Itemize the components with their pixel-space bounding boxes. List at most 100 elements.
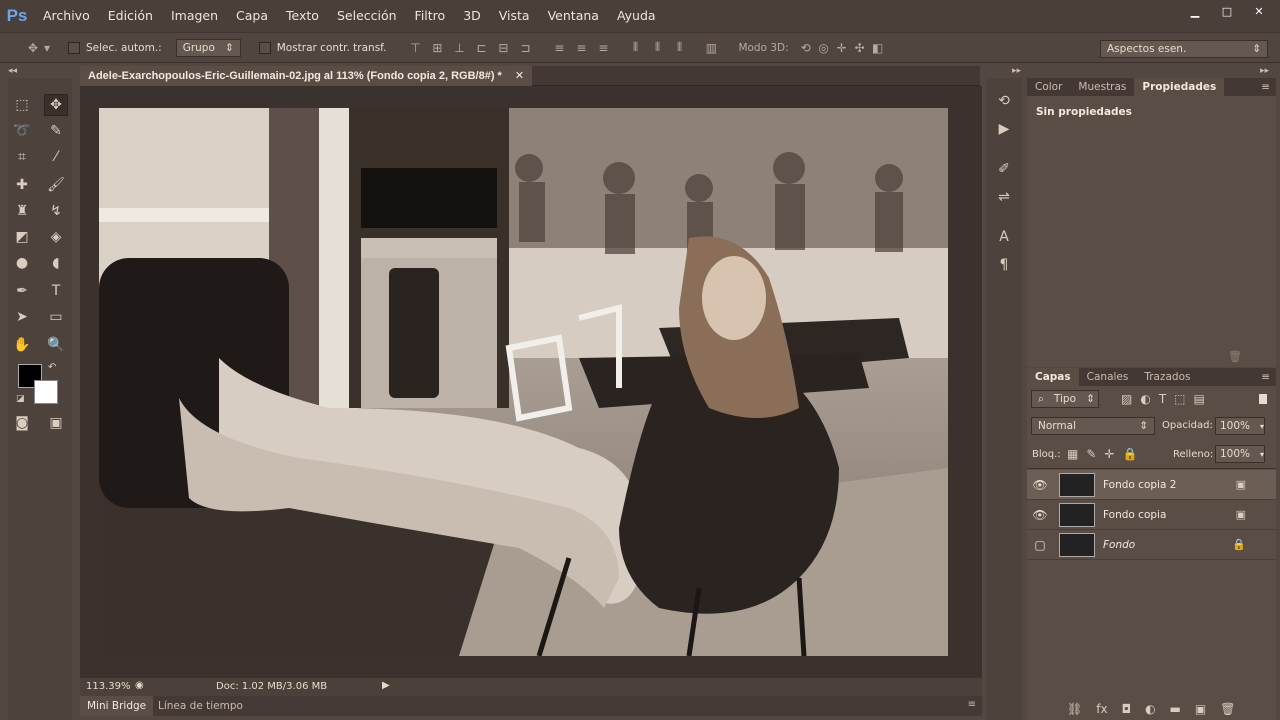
show-transform-checkbox[interactable]: Mostrar contr. transf. [258, 41, 386, 54]
filter-adjustment-icon[interactable]: ◐ [1140, 392, 1150, 406]
collapse-panels-icon[interactable]: ▸▸ [1260, 66, 1269, 76]
panel-menu-icon[interactable]: ≡ [1261, 368, 1276, 386]
filter-shape-icon[interactable]: ⬚ [1174, 392, 1185, 406]
roll-3d-icon[interactable]: ◎ [815, 41, 833, 55]
healing-brush-tool-icon[interactable]: ✚ [10, 174, 34, 196]
hand-tool-icon[interactable]: ✋ [10, 334, 34, 356]
default-colors-icon[interactable]: ◪ [16, 394, 25, 404]
history-panel-icon[interactable]: ⟲ [992, 90, 1016, 112]
rotate-3d-icon[interactable]: ⟲ [797, 41, 815, 55]
align-vcenter-icon[interactable]: ⊞ [428, 41, 446, 55]
tab-properties[interactable]: Propiedades [1134, 78, 1225, 96]
character-panel-icon[interactable]: A [992, 226, 1016, 248]
lasso-tool-icon[interactable]: ➰ [10, 120, 34, 142]
tab-paths[interactable]: Trazados [1136, 368, 1198, 386]
dodge-tool-icon[interactable]: ◖ [44, 252, 68, 274]
menu-archivo[interactable]: Archivo [34, 0, 99, 32]
menu-texto[interactable]: Texto [277, 0, 328, 32]
path-select-tool-icon[interactable]: ➤ [10, 306, 34, 328]
adjustments-panel-icon[interactable]: ⇌ [992, 186, 1016, 208]
layer-name[interactable]: Fondo copia [1103, 509, 1166, 521]
menu-ayuda[interactable]: Ayuda [608, 0, 665, 32]
panel-menu-icon[interactable]: ≡ [1261, 78, 1276, 96]
layer-row[interactable]: 👁 Fondo copia ▣ [1027, 500, 1276, 530]
filter-toggle[interactable] [1259, 394, 1267, 404]
menu-capa[interactable]: Capa [227, 0, 277, 32]
tab-layers[interactable]: Capas [1027, 368, 1079, 386]
delete-icon[interactable]: 🗑 [1228, 350, 1242, 363]
auto-select-checkbox[interactable]: Selec. autom.: [68, 41, 162, 54]
link-layers-icon[interactable]: ⛓ [1067, 702, 1082, 716]
menu-3d[interactable]: 3D [454, 0, 490, 32]
pen-tool-icon[interactable]: ✒ [10, 280, 34, 302]
status-menu-icon[interactable]: ◉ [135, 680, 144, 691]
type-tool-icon[interactable]: T [44, 280, 68, 302]
align-top-icon[interactable]: ⊤ [406, 41, 424, 55]
tab-channels[interactable]: Canales [1079, 368, 1137, 386]
zoom-level[interactable]: 113.39% [86, 681, 131, 692]
auto-align-icon[interactable]: ▥ [702, 41, 720, 55]
align-right-icon[interactable]: ⊐ [516, 41, 534, 55]
menu-vista[interactable]: Vista [490, 0, 539, 32]
layer-filter-dropdown[interactable]: ⌕ Tipo ⇕ [1031, 390, 1099, 408]
align-hcenter-icon[interactable]: ⊟ [494, 41, 512, 55]
filter-pixel-icon[interactable]: ▨ [1121, 392, 1132, 406]
paragraph-panel-icon[interactable]: ¶ [992, 254, 1016, 276]
close-tab-icon[interactable]: ✕ [515, 70, 524, 82]
distribute-top-icon[interactable]: ≡ [550, 41, 568, 55]
menu-seleccion[interactable]: Selección [328, 0, 406, 32]
brush-tool-icon[interactable]: 🖌 [44, 174, 68, 196]
layer-name[interactable]: Fondo copia 2 [1103, 479, 1176, 491]
menu-ventana[interactable]: Ventana [539, 0, 608, 32]
tab-color[interactable]: Color [1027, 78, 1070, 96]
rectangle-tool-icon[interactable]: ▭ [44, 306, 68, 328]
actions-panel-icon[interactable]: ▶ [992, 118, 1016, 140]
menu-filtro[interactable]: Filtro [406, 0, 455, 32]
document-tab[interactable]: Adele-Exarchopoulos-Eric-Guillemain-02.j… [80, 66, 533, 86]
layer-name[interactable]: Fondo [1103, 539, 1135, 551]
tab-swatches[interactable]: Muestras [1070, 78, 1134, 96]
close-button[interactable]: ✕ [1246, 2, 1272, 20]
eyedropper-tool-icon[interactable]: ⁄ [44, 146, 68, 168]
distribute-vcenter-icon[interactable]: ≡ [572, 41, 590, 55]
show-transform-check[interactable] [258, 41, 271, 54]
layer-row[interactable]: ▢ Fondo 🔒 [1027, 530, 1276, 560]
maximize-button[interactable]: □ [1214, 2, 1240, 20]
distribute-left-icon[interactable]: ⦀ [626, 40, 644, 55]
document-image[interactable] [99, 108, 948, 656]
fx-icon[interactable]: fx [1096, 702, 1107, 716]
crop-tool-icon[interactable]: ⌗ [10, 146, 34, 168]
auto-select-check[interactable] [68, 41, 80, 54]
eraser-tool-icon[interactable]: ◩ [10, 226, 34, 248]
zoom-tool-icon[interactable]: 🔍 [44, 334, 68, 356]
align-left-icon[interactable]: ⊏ [472, 41, 490, 55]
lock-position-icon[interactable]: ✛ [1104, 447, 1114, 461]
screen-mode-icon[interactable]: ▣ [44, 412, 68, 434]
clone-stamp-tool-icon[interactable]: ♜ [10, 200, 34, 222]
scale-3d-icon[interactable]: ◧ [869, 41, 887, 55]
distribute-bottom-icon[interactable]: ≡ [594, 41, 612, 55]
swap-colors-icon[interactable]: ↶ [48, 362, 56, 373]
distribute-hcenter-icon[interactable]: ⦀ [648, 40, 666, 55]
delete-layer-icon[interactable]: 🗑 [1220, 702, 1235, 716]
blur-tool-icon[interactable]: ● [10, 252, 34, 274]
menu-imagen[interactable]: Imagen [162, 0, 227, 32]
new-group-icon[interactable]: ▬ [1170, 702, 1181, 716]
layer-row[interactable]: 👁 Fondo copia 2 ▣ [1027, 470, 1276, 500]
history-brush-tool-icon[interactable]: ↯ [44, 200, 68, 222]
add-mask-icon[interactable]: ◘ [1122, 702, 1132, 716]
lock-transparency-icon[interactable]: ▦ [1067, 447, 1078, 461]
blend-mode-dropdown[interactable]: Normal ⇕ [1031, 417, 1155, 435]
filter-type-icon[interactable]: T [1159, 392, 1166, 406]
new-layer-icon[interactable]: ▣ [1195, 702, 1206, 716]
workspace-dropdown[interactable]: Aspectos esen. ⇕ [1100, 40, 1268, 58]
fill-field[interactable]: 100% ▾ [1215, 445, 1265, 463]
opacity-field[interactable]: 100% ▾ [1215, 417, 1265, 435]
visibility-toggle[interactable]: ▢ [1027, 538, 1053, 552]
expand-panels-icon[interactable]: ▸▸ [1012, 66, 1021, 76]
tab-timeline[interactable]: Línea de tiempo [158, 696, 243, 716]
status-arrow-icon[interactable]: ▶ [382, 680, 390, 691]
quick-mask-icon[interactable]: ◙ [10, 412, 34, 434]
background-color-swatch[interactable] [34, 380, 58, 404]
pan-3d-icon[interactable]: ✛ [833, 41, 851, 55]
